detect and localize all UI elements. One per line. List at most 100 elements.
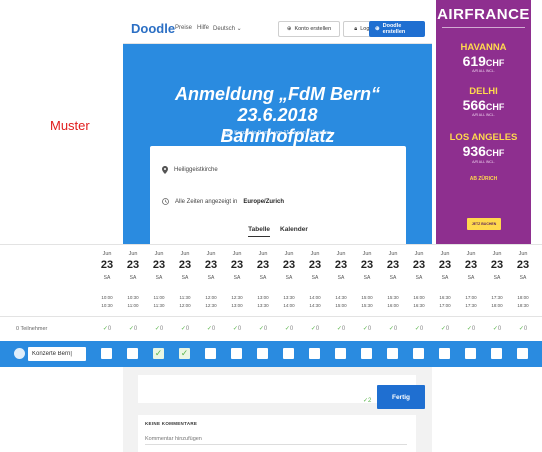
date-day: 23 xyxy=(386,259,400,271)
date-wd: SA xyxy=(467,275,475,281)
date-t1: 13:30 xyxy=(283,295,295,300)
date-wd: SA xyxy=(337,275,345,281)
yes-count-cell: ✓0 xyxy=(484,325,510,332)
submit-button[interactable]: Fertig xyxy=(377,385,425,409)
availability-checkbox[interactable] xyxy=(387,348,398,359)
availability-checkbox[interactable] xyxy=(127,348,138,359)
date-column: Jun 23 SA 17:00 17:30 xyxy=(458,245,484,317)
yes-count-cell: ✓0 xyxy=(354,325,380,332)
yes-count-cell: ✓0 xyxy=(198,325,224,332)
tab-kalender[interactable]: Kalender xyxy=(280,226,308,237)
nav-link-preise[interactable]: Preise xyxy=(175,25,192,31)
ad-price-los-angeles-amount: 936 xyxy=(462,143,486,159)
timezone-value[interactable]: Europe/Zurich xyxy=(243,199,284,205)
date-mon: Jun xyxy=(414,251,424,257)
availability-checkbox[interactable] xyxy=(413,348,424,359)
date-mon: Jun xyxy=(154,251,164,257)
comment-input[interactable] xyxy=(145,433,407,445)
date-column: Jun 23 SA 15:00 15:30 xyxy=(354,245,380,317)
yes-count-value: 0 xyxy=(263,326,268,332)
date-mon: Jun xyxy=(336,251,346,257)
availability-checkbox[interactable] xyxy=(439,348,450,359)
yes-count-cell: ✓0 xyxy=(406,325,432,332)
availability-checkbox[interactable] xyxy=(283,348,294,359)
create-doodle-button[interactable]: ⊕ Doodle erstellen xyxy=(369,21,425,37)
timezone-row: Alle Zeiten angezeigt in Europe/Zurich xyxy=(162,198,284,205)
date-wd: SA xyxy=(155,275,163,281)
date-mon: Jun xyxy=(128,251,138,257)
date-column: Jun 23 SA 12:30 13:00 xyxy=(224,245,250,317)
date-wd: SA xyxy=(103,275,111,281)
availability-checkbox[interactable] xyxy=(465,348,476,359)
yes-count-cell: ✓0 xyxy=(250,325,276,332)
yes-count-value: 0 xyxy=(315,326,320,332)
date-header-row: Jun 23 SA 10:00 10:30 Jun 23 SA 10:30 11:00 Jun 23 S… xyxy=(0,244,542,316)
date-t1: 14:00 xyxy=(309,295,321,300)
date-t1: 12:30 xyxy=(231,295,243,300)
view-tabs: Tabelle Kalender xyxy=(150,226,406,237)
location-row: Heiliggeistkirche xyxy=(162,166,218,174)
date-day: 23 xyxy=(230,259,244,271)
ad-city-havanna: HAVANNA xyxy=(460,42,507,53)
yes-count-cell: ✓0 xyxy=(328,325,354,332)
date-column: Jun 23 SA 10:30 11:00 xyxy=(120,245,146,317)
date-t2: 11:00 xyxy=(127,303,139,308)
date-t2: 16:30 xyxy=(413,303,425,308)
date-t1: 11:00 xyxy=(153,295,165,300)
ad-price-havanna-currency: CHF xyxy=(485,58,505,68)
participant-entry-row: ✓✓ xyxy=(0,341,542,367)
availability-checkbox[interactable] xyxy=(231,348,242,359)
ad-book-button[interactable]: JETZ BUCHEN xyxy=(467,218,501,230)
availability-checkbox[interactable] xyxy=(257,348,268,359)
location-pin-icon xyxy=(162,166,168,174)
poll-subtitle: von Konzerte Bern • vor 11 Tagen • Druck… xyxy=(223,130,332,136)
airfrance-logo: AIRFRANCE xyxy=(437,6,530,23)
date-t2: 18:00 xyxy=(491,303,503,308)
participants-count: 0 Teilnehmer xyxy=(16,326,48,332)
yes-count-cell: ✓0 xyxy=(458,325,484,332)
date-column: Jun 23 SA 18:00 18:30 xyxy=(510,245,536,317)
availability-checkbox[interactable] xyxy=(101,348,112,359)
availability-checkbox[interactable]: ✓ xyxy=(179,348,190,359)
availability-checkbox[interactable] xyxy=(491,348,502,359)
availability-checkbox[interactable] xyxy=(361,348,372,359)
language-selector[interactable]: Deutsch ⌄ xyxy=(213,25,242,32)
yes-count-value: 0 xyxy=(393,326,398,332)
date-column: Jun 23 SA 11:30 12:00 xyxy=(172,245,198,317)
date-t1: 11:30 xyxy=(179,295,191,300)
date-t1: 18:00 xyxy=(517,295,529,300)
participant-name-input[interactable] xyxy=(28,347,86,361)
date-day: 23 xyxy=(360,259,374,271)
date-wd: SA xyxy=(519,275,527,281)
availability-checkbox[interactable] xyxy=(335,348,346,359)
date-t1: 10:00 xyxy=(101,295,113,300)
date-day: 23 xyxy=(490,259,504,271)
avatar xyxy=(14,348,25,359)
ad-price-delhi-amount: 566 xyxy=(462,97,486,113)
availability-checkbox[interactable] xyxy=(309,348,320,359)
date-column: Jun 23 SA 16:30 17:00 xyxy=(432,245,458,317)
participants-row: 0 Teilnehmer ✓0 ✓0 ✓0 ✓0 ✓0 ✓0 ✓0 ✓0 ✓0 ✓0 ✓0 ✓0 ✓0 ✓… xyxy=(0,316,542,341)
airfrance-ad-banner[interactable]: AIRFRANCE HAVANNA 619CHF A/R ALL INCL. D… xyxy=(436,0,531,244)
yes-count-cell: ✓0 xyxy=(302,325,328,332)
date-day: 23 xyxy=(204,259,218,271)
selected-count-value: 2 xyxy=(368,398,372,404)
location-text: Heiliggeistkirche xyxy=(174,167,218,173)
ad-price-delhi: 566CHF xyxy=(436,97,531,113)
availability-checkbox[interactable] xyxy=(517,348,528,359)
create-account-button[interactable]: ⊕ Konto erstellen xyxy=(278,21,340,37)
ad-city-los-angeles: LOS ANGELES xyxy=(449,132,518,143)
date-wd: SA xyxy=(207,275,215,281)
date-column: Jun 23 SA 14:30 15:00 xyxy=(328,245,354,317)
date-t2: 15:30 xyxy=(361,303,373,308)
date-wd: SA xyxy=(389,275,397,281)
date-wd: SA xyxy=(441,275,449,281)
date-t1: 16:30 xyxy=(439,295,451,300)
availability-checkbox[interactable] xyxy=(205,348,216,359)
availability-checkbox[interactable]: ✓ xyxy=(153,348,164,359)
poll-footer: ✓2 Fertig KEINE KOMMENTARE xyxy=(123,367,432,452)
tab-tabelle[interactable]: Tabelle xyxy=(248,226,271,237)
doodle-logo[interactable]: Doodle xyxy=(131,21,175,36)
date-t2: 12:00 xyxy=(179,303,191,308)
nav-link-hilfe[interactable]: Hilfe xyxy=(197,25,209,31)
